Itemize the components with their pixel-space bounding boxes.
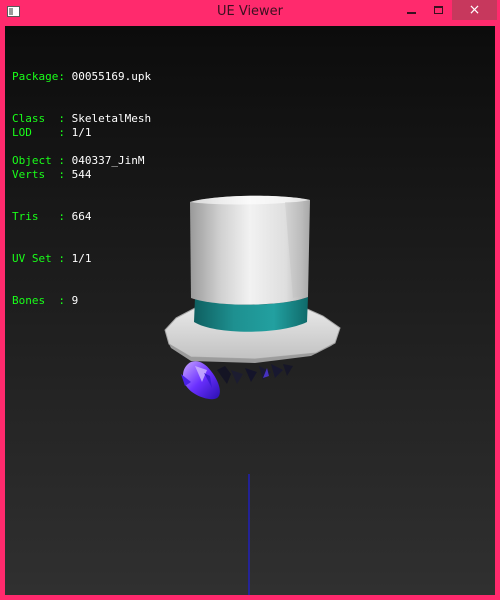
close-button[interactable]: × (452, 0, 497, 20)
maximize-icon (433, 6, 443, 14)
ue-viewer-window: UE Viewer × Package: 00055169.upk Class … (0, 0, 500, 600)
close-icon: × (468, 2, 481, 18)
maximize-button[interactable] (427, 0, 449, 20)
3d-viewport[interactable]: Package: 00055169.upk Class : SkeletalMe… (5, 26, 495, 595)
window-title: UE Viewer (216, 4, 284, 19)
minimize-button[interactable] (400, 0, 422, 20)
minimize-icon (406, 12, 416, 14)
title-bar[interactable]: UE Viewer × (0, 0, 500, 26)
app-window-icon[interactable] (7, 6, 20, 17)
feather-cluster (181, 361, 293, 400)
top-hat-model[interactable] (5, 26, 495, 595)
